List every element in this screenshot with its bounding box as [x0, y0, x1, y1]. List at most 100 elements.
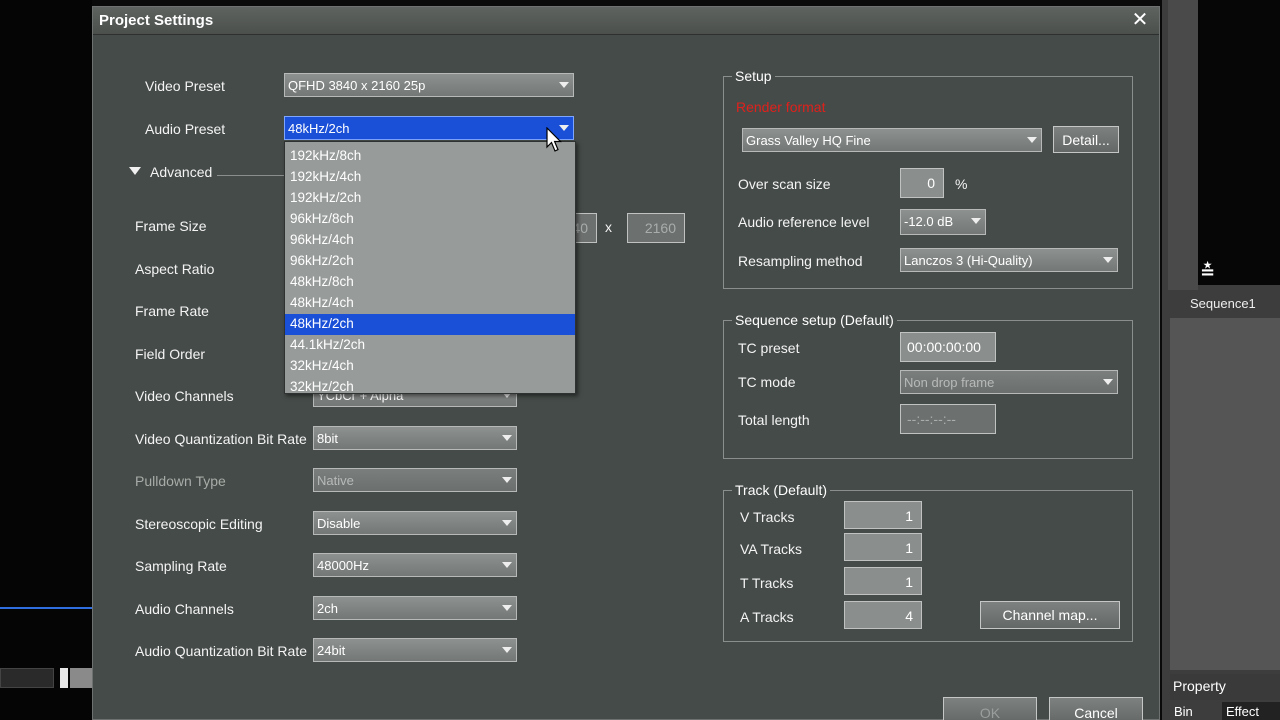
audio-quant-select[interactable]: 24bit: [313, 638, 517, 662]
timeline-scroll-thumb[interactable]: [60, 668, 68, 688]
pulldown-select: Native: [313, 468, 517, 492]
total-length-label: Total length: [738, 412, 810, 428]
tab-property[interactable]: Property: [1170, 674, 1280, 700]
setup-group-title: Setup: [732, 68, 775, 84]
dropdown-option[interactable]: 48kHz/4ch: [285, 293, 575, 314]
chevron-down-icon: [502, 435, 512, 441]
va-tracks-field[interactable]: 1: [844, 533, 922, 561]
chevron-down-icon: [971, 218, 981, 224]
dropdown-option-selected[interactable]: 48kHz/2ch: [285, 314, 575, 335]
close-icon[interactable]: ✕: [1129, 9, 1151, 31]
chevron-down-icon: [502, 562, 512, 568]
audio-ref-label: Audio reference level: [738, 214, 870, 230]
overscan-unit: %: [955, 176, 968, 192]
pulldown-value: Native: [317, 473, 354, 488]
frame-size-label: Frame Size: [135, 218, 207, 234]
background-right-panel: ≛ Sequence1 Property Bin Effect: [1162, 0, 1280, 720]
video-quant-label: Video Quantization Bit Rate: [135, 431, 307, 447]
va-tracks-label: VA Tracks: [740, 541, 802, 557]
chevron-down-icon: [502, 520, 512, 526]
audio-channels-label: Audio Channels: [135, 601, 234, 617]
chevron-down-icon: [1027, 137, 1037, 143]
audio-channels-select[interactable]: 2ch: [313, 596, 517, 620]
sequence-icon[interactable]: ≛: [1200, 262, 1215, 283]
advanced-collapse-icon[interactable]: [129, 167, 141, 175]
timeline-scroll-track[interactable]: [0, 668, 54, 688]
dialog-titlebar[interactable]: Project Settings ✕: [93, 7, 1159, 35]
advanced-divider: [217, 175, 287, 176]
stereo-value: Disable: [317, 516, 361, 531]
resampling-label: Resampling method: [738, 253, 863, 269]
video-preset-select[interactable]: QFHD 3840 x 2160 25p: [284, 73, 574, 97]
tc-mode-label: TC mode: [738, 374, 796, 390]
t-tracks-field[interactable]: 1: [844, 567, 922, 595]
audio-ref-select[interactable]: -12.0 dB: [900, 209, 986, 235]
chevron-down-icon: [559, 82, 569, 88]
overscan-field[interactable]: 0: [900, 168, 944, 198]
sampling-select[interactable]: 48000Hz: [313, 553, 517, 577]
dropdown-option[interactable]: 192kHz/8ch: [285, 146, 575, 167]
sequence-group-title: Sequence setup (Default): [732, 312, 897, 328]
chevron-down-icon: [502, 605, 512, 611]
overscan-label: Over scan size: [738, 176, 831, 192]
video-preset-label: Video Preset: [145, 78, 225, 94]
bin-lower-area: [1170, 318, 1280, 670]
project-settings-dialog: Project Settings ✕ Video Preset QFHD 384…: [92, 6, 1160, 720]
chevron-down-icon: [1103, 257, 1113, 263]
v-tracks-field[interactable]: 1: [844, 501, 922, 529]
cancel-button[interactable]: Cancel: [1049, 697, 1143, 720]
audio-ref-value: -12.0 dB: [904, 214, 954, 229]
resampling-select[interactable]: Lanczos 3 (Hi-Quality): [900, 248, 1118, 272]
audio-quant-value: 24bit: [317, 643, 346, 658]
tab-effect[interactable]: Effect: [1222, 702, 1280, 720]
t-tracks-label: T Tracks: [740, 575, 794, 591]
detail-button[interactable]: Detail...: [1053, 126, 1119, 153]
video-quant-value: 8bit: [317, 431, 338, 446]
dropdown-option[interactable]: 96kHz/4ch: [285, 230, 575, 251]
bin-preview-area: [1198, 0, 1280, 285]
chevron-down-icon: [502, 477, 512, 483]
video-quant-select[interactable]: 8bit: [313, 426, 517, 450]
a-tracks-field[interactable]: 4: [844, 601, 922, 629]
mouse-cursor-icon: [546, 127, 562, 152]
field-order-label: Field Order: [135, 346, 206, 362]
sampling-label: Sampling Rate: [135, 558, 227, 574]
stereo-select[interactable]: Disable: [313, 511, 517, 535]
dropdown-option[interactable]: 192kHz/4ch: [285, 167, 575, 188]
timeline-indicator: [0, 607, 92, 609]
tc-preset-label: TC preset: [738, 340, 800, 356]
render-format-value: Grass Valley HQ Fine: [746, 133, 871, 148]
audio-channels-value: 2ch: [317, 601, 338, 616]
audio-preset-select[interactable]: 48kHz/2ch: [284, 116, 574, 140]
video-channels-label: Video Channels: [135, 388, 234, 404]
ok-button[interactable]: OK: [943, 697, 1037, 720]
chevron-down-icon: [502, 647, 512, 653]
sequence-label[interactable]: Sequence1: [1190, 296, 1256, 311]
dropdown-option[interactable]: 48kHz/8ch: [285, 272, 575, 293]
advanced-label[interactable]: Advanced: [150, 164, 212, 180]
render-format-select[interactable]: Grass Valley HQ Fine: [742, 128, 1042, 152]
tab-bin[interactable]: Bin: [1174, 704, 1193, 719]
channel-map-button[interactable]: Channel map...: [980, 601, 1120, 629]
video-preset-value: QFHD 3840 x 2160 25p: [288, 78, 426, 93]
dropdown-option[interactable]: 44.1kHz/2ch: [285, 335, 575, 356]
track-group: Track (Default) V Tracks 1 VA Tracks 1 T…: [723, 482, 1133, 642]
dropdown-option[interactable]: 96kHz/2ch: [285, 251, 575, 272]
audio-preset-value: 48kHz/2ch: [288, 121, 350, 136]
dropdown-option[interactable]: 32kHz/4ch: [285, 356, 575, 377]
dropdown-option[interactable]: 192kHz/2ch: [285, 188, 575, 209]
render-format-label: Render format: [736, 99, 826, 115]
frame-size-x: x: [605, 219, 612, 235]
timeline-scroll-end: [70, 668, 92, 688]
pulldown-label: Pulldown Type: [135, 473, 226, 489]
dropdown-option[interactable]: 96kHz/8ch: [285, 209, 575, 230]
resampling-value: Lanczos 3 (Hi-Quality): [904, 253, 1033, 268]
setup-group: Setup Render format Grass Valley HQ Fine…: [723, 68, 1133, 289]
tc-mode-select: Non drop frame: [900, 370, 1118, 394]
chevron-down-icon: [1103, 379, 1113, 385]
v-tracks-label: V Tracks: [740, 509, 795, 525]
bin-panel-strip: [1168, 0, 1198, 290]
tc-preset-field[interactable]: 00:00:00:00: [900, 332, 996, 362]
dropdown-option[interactable]: 32kHz/2ch: [285, 377, 575, 398]
tc-mode-value: Non drop frame: [904, 375, 995, 390]
